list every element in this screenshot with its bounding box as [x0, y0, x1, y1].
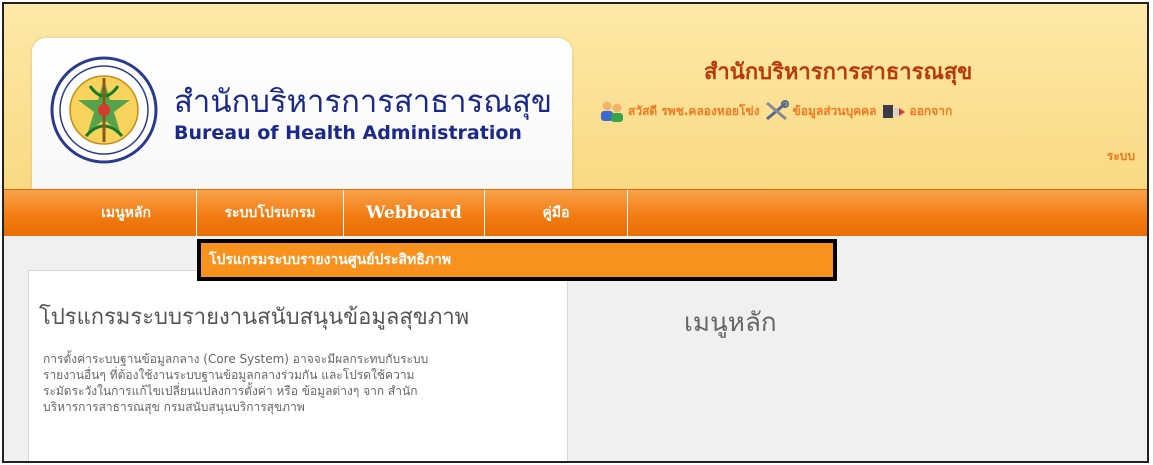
- panel-description: การตั้งค่าระบบฐานข้อมูลกลาง (Core System…: [43, 352, 429, 414]
- panel-title: โปรแกรมระบบรายงานสนับสนุนข้อมูลสุขภาพ: [39, 305, 470, 330]
- nav-item-webboard[interactable]: Webboard: [344, 190, 485, 236]
- brand-thai-name: สำนักบริหารการสาธารณสุข: [174, 84, 553, 120]
- programs-dropdown-menu: โปรแกรมระบบรายงานศูนย์ประสิทธิภาพ: [197, 239, 837, 281]
- page-frame: สำนักบริหารการสาธารณสุข Bureau of Health…: [2, 2, 1149, 463]
- logout-link-continued[interactable]: ระบบ: [1107, 147, 1135, 166]
- site-title: สำนักบริหารการสาธารณสุข: [704, 60, 973, 85]
- logout-link[interactable]: ออกจาก: [910, 102, 953, 121]
- brand-english-name: Bureau of Health Administration: [174, 122, 522, 144]
- logout-icon[interactable]: [881, 100, 907, 122]
- header: สำนักบริหารการสาธารณสุข Bureau of Health…: [4, 4, 1147, 193]
- users-icon: [601, 101, 623, 122]
- logo-card[interactable]: สำนักบริหารการสาธารณสุข Bureau of Health…: [32, 38, 572, 193]
- profile-link[interactable]: ข้อมูลส่วนบุคคล: [793, 102, 877, 121]
- nav-item-home[interactable]: เมนูหลัก: [56, 190, 197, 236]
- main-content: เมนูหลัก: [584, 270, 1147, 461]
- greeting-text: สวัสดี รพช.คลองหอยโข่ง: [628, 103, 760, 118]
- main-nav: เมนูหลัก ระบบโปรแกรม Webboard คู่มือ: [4, 189, 1147, 236]
- ministry-seal-icon: [50, 56, 158, 164]
- nav-item-programs[interactable]: ระบบโปรแกรม: [197, 190, 344, 236]
- tools-icon[interactable]: [764, 100, 790, 122]
- user-bar: สวัสดี รพช.คลองหอยโข่ง ข้อมูลส่วนบุคคล อ…: [599, 100, 1147, 122]
- dropdown-item-efficiency-report[interactable]: โปรแกรมระบบรายงานศูนย์ประสิทธิภาพ: [209, 243, 451, 277]
- nav-item-manual[interactable]: คู่มือ: [485, 190, 628, 236]
- info-panel: โปรแกรมระบบรายงานสนับสนุนข้อมูลสุขภาพ กา…: [28, 270, 568, 461]
- main-title: เมนูหลัก: [684, 308, 777, 338]
